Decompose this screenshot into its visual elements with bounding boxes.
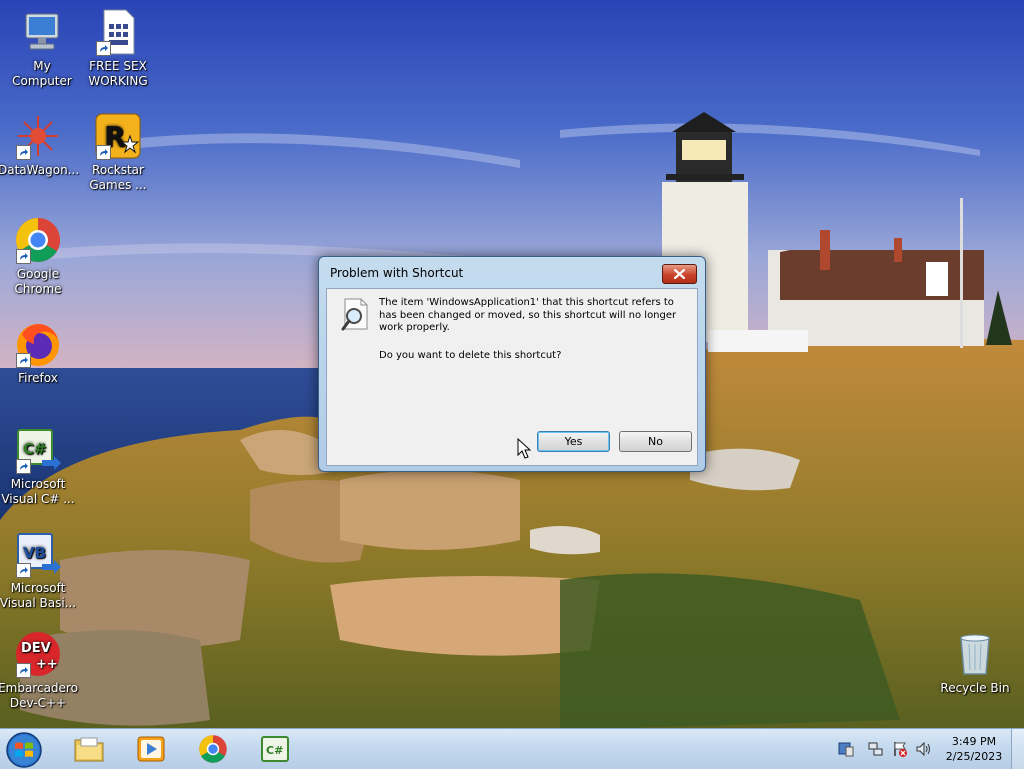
yes-button[interactable]: Yes — [537, 431, 610, 452]
explorer-icon — [74, 737, 104, 762]
desktop-icon-firefox[interactable]: Firefox — [0, 320, 80, 386]
dev-glyph: DEV — [21, 641, 51, 656]
no-button[interactable]: No — [619, 431, 692, 452]
desktop-icon-label: FREE SEX WORKING — [88, 59, 148, 88]
flag-icon[interactable] — [892, 741, 908, 757]
problem-with-shortcut-dialog: Problem with Shortcut The item 'WindowsA… — [318, 256, 706, 472]
taskbar-media-player-button[interactable] — [126, 732, 176, 766]
close-icon — [674, 269, 685, 279]
shortcut-arrow-icon — [16, 353, 31, 368]
shortcut-arrow-icon — [96, 41, 111, 56]
windows-logo-icon — [6, 732, 42, 768]
recycle-bin-icon — [960, 634, 990, 675]
desktop-icon-rockstar-games[interactable]: R Rockstar Games ... — [76, 112, 160, 193]
desktop-icon-my-computer[interactable]: My Computer — [0, 8, 84, 89]
shortcut-arrow-icon — [16, 145, 31, 160]
mouse-cursor-icon — [517, 438, 531, 459]
desktop-icon-label: Microsoft Visual C# ... — [1, 477, 75, 506]
clock-date: 2/25/2023 — [945, 750, 1003, 763]
desktop-icon-free-sex-working[interactable]: FREE SEX WORKING — [76, 8, 160, 89]
desktop-icon-label: Firefox — [18, 371, 58, 385]
csharp-glyph: C# — [23, 440, 47, 458]
clock-time: 3:49 PM — [951, 735, 997, 748]
chrome-icon — [199, 735, 227, 763]
devplus-glyph: ++ — [36, 657, 58, 672]
dialog-content: The item 'WindowsApplication1' that this… — [326, 288, 698, 466]
dialog-title: Problem with Shortcut — [330, 266, 464, 280]
magnifier-document-icon — [341, 298, 368, 331]
desktop-icon-recycle-bin[interactable]: Recycle Bin — [933, 630, 1017, 696]
vb-glyph: VB — [23, 544, 46, 562]
desktop-icon-label: Embarcadero Dev-C++ — [0, 681, 78, 710]
start-button[interactable] — [5, 731, 43, 769]
show-desktop-button[interactable] — [1011, 729, 1024, 769]
computer-icon — [25, 13, 59, 50]
shortcut-arrow-icon — [96, 145, 111, 160]
visual-csharp-icon: C# — [261, 736, 289, 762]
network-icon[interactable] — [868, 741, 884, 757]
media-player-icon — [137, 736, 165, 762]
desktop-icon-datawagon[interactable]: DataWagon... — [0, 112, 80, 178]
desktop-icon-google-chrome[interactable]: Google Chrome — [0, 216, 80, 297]
desktop-icon-label: Google Chrome — [14, 267, 62, 296]
shortcut-arrow-icon — [16, 249, 31, 264]
taskbar-clock[interactable]: 3:49 PM 2/25/2023 — [940, 734, 1008, 764]
desktop-icon-visual-basic[interactable]: VB Microsoft Visual Basi... — [0, 530, 80, 611]
taskbar: C# 3:49 PM 2/25/2023 — [0, 728, 1024, 769]
shortcut-arrow-icon — [16, 563, 31, 578]
desktop-icon-label: Rockstar Games ... — [89, 163, 147, 192]
dialog-question: Do you want to delete this shortcut? — [379, 350, 562, 361]
taskbar-chrome-button[interactable] — [188, 732, 238, 766]
desktop-icon-devcpp[interactable]: DEV ++ Embarcadero Dev-C++ — [0, 630, 80, 711]
desktop-icon-visual-csharp[interactable]: C# Microsoft Visual C# ... — [0, 426, 80, 507]
action-center-icon[interactable] — [838, 741, 854, 757]
volume-icon[interactable] — [915, 741, 931, 757]
taskbar-visual-csharp-button[interactable]: C# — [250, 732, 300, 766]
taskbar-explorer-button[interactable] — [64, 732, 114, 766]
close-button[interactable] — [662, 264, 697, 284]
desktop-icon-label: Microsoft Visual Basi... — [0, 581, 77, 610]
taskbar-csharp-glyph: C# — [266, 744, 283, 757]
desktop-icon-label: DataWagon... — [0, 163, 80, 177]
shortcut-arrow-icon — [16, 459, 31, 474]
desktop-icon-label: Recycle Bin — [940, 681, 1010, 695]
desktop-icon-label: My Computer — [12, 59, 72, 88]
shortcut-arrow-icon — [16, 663, 31, 678]
dialog-message: The item 'WindowsApplication1' that this… — [379, 297, 677, 333]
